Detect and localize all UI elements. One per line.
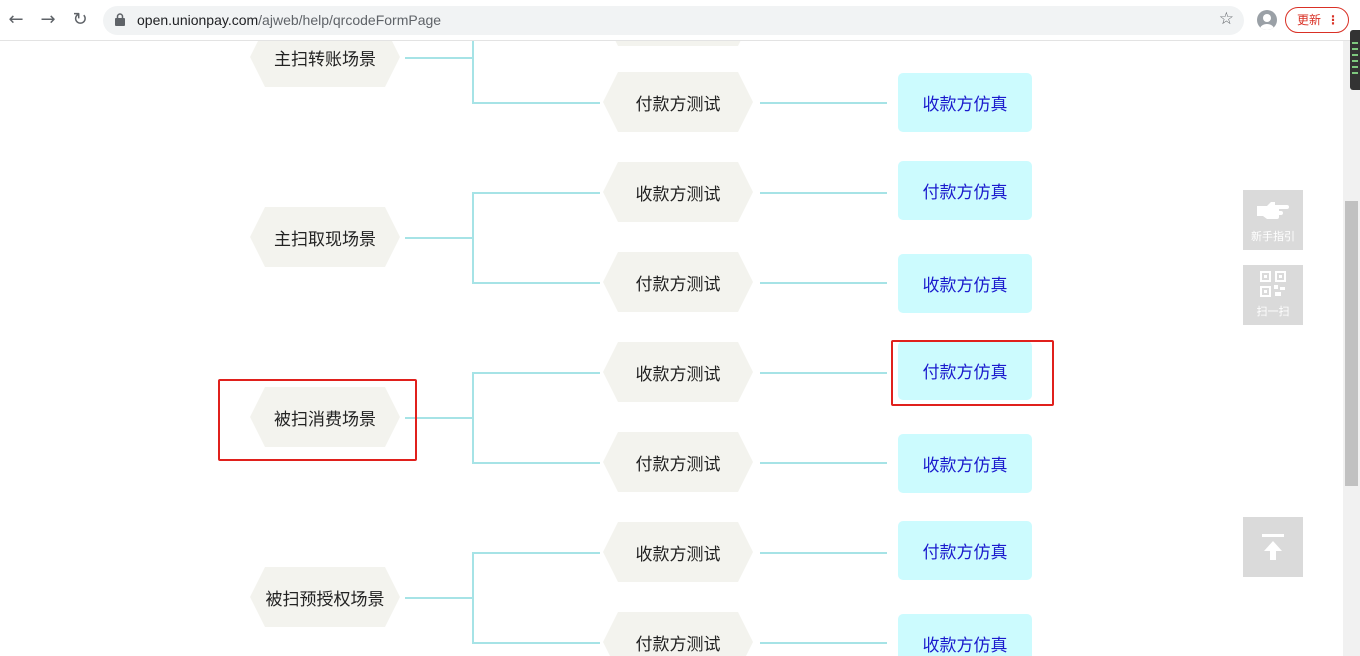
vertical-scrollbar[interactable] (1343, 41, 1360, 656)
connector-line (760, 102, 887, 104)
scrollbar-thumb[interactable] (1345, 201, 1358, 486)
extension-indicator (1350, 30, 1360, 90)
connector-line (760, 282, 887, 284)
test-node[interactable]: 收款方测试 (603, 342, 753, 402)
reload-icon[interactable]: ↻ (68, 8, 92, 32)
pointing-hand-icon (1257, 202, 1289, 219)
connector-line (472, 552, 474, 642)
connector-line (472, 372, 600, 374)
bookmark-star-icon[interactable]: ☆ (1219, 9, 1234, 29)
connector-line (472, 192, 474, 282)
sim-button[interactable]: 收款方仿真 (898, 254, 1032, 313)
lock-icon (115, 13, 125, 26)
profile-avatar-icon[interactable] (1257, 10, 1277, 30)
forward-arrow-icon[interactable]: → (36, 8, 60, 32)
connector-line (472, 282, 600, 284)
scene-node[interactable]: 主扫取现场景 (250, 207, 400, 267)
guide-label: 新手指引 (1251, 230, 1295, 243)
connector-line (405, 237, 473, 239)
connector-line (760, 462, 887, 464)
connector-line (760, 192, 887, 194)
scan-button[interactable]: 扫一扫 (1243, 265, 1303, 325)
connector-line (472, 642, 600, 644)
highlight-box-scene (218, 379, 417, 461)
test-node[interactable]: 付款方测试 (603, 252, 753, 312)
connector-line (472, 462, 600, 464)
test-node[interactable]: 付款方测试 (603, 72, 753, 132)
highlight-box-sim (891, 340, 1054, 406)
scan-label: 扫一扫 (1256, 305, 1290, 318)
connector-line (472, 192, 600, 194)
browser-toolbar: ← → ↻ open.unionpay.com/ajweb/help/qrcod… (0, 0, 1360, 41)
connector-line (405, 57, 473, 59)
connector-line (472, 41, 474, 102)
connector-line (760, 642, 887, 644)
scene-node[interactable]: 主扫转账场景 (250, 41, 400, 87)
back-arrow-icon[interactable]: ← (4, 8, 28, 32)
connector-line (760, 552, 887, 554)
sim-button[interactable]: 收款方仿真 (898, 73, 1032, 132)
test-node[interactable]: 付款方测试 (603, 612, 753, 656)
connector-line (472, 102, 600, 104)
connector-line (472, 372, 474, 462)
guide-button[interactable]: 新手指引 (1243, 190, 1303, 250)
test-node[interactable]: 收款方测试 (603, 162, 753, 222)
sim-button[interactable]: 付款方仿真 (898, 161, 1032, 220)
more-menu-icon[interactable]: ⋮ (1327, 8, 1339, 32)
test-node[interactable]: 收款方测试 (603, 522, 753, 582)
connector-line (760, 372, 887, 374)
test-node[interactable]: 付款方测试 (603, 432, 753, 492)
test-node-partial[interactable] (603, 41, 753, 46)
flow-diagram: 主扫转账场景 付款方测试 收款方仿真 主扫取现场景 收款方测试 付款方仿真 付款方测试 收款方… (0, 41, 1343, 656)
address-bar[interactable]: open.unionpay.com/ajweb/help/qrcodeFormP… (103, 6, 1244, 35)
back-to-top-button[interactable] (1243, 517, 1303, 577)
sim-button[interactable]: 收款方仿真 (898, 434, 1032, 493)
update-button[interactable]: 更新 ⋮ (1285, 7, 1349, 33)
connector-line (472, 552, 600, 554)
connector-line (405, 597, 473, 599)
sim-button[interactable]: 付款方仿真 (898, 521, 1032, 580)
sim-button[interactable]: 收款方仿真 (898, 614, 1032, 656)
scene-node[interactable]: 被扫预授权场景 (250, 567, 400, 627)
url-text: open.unionpay.com/ajweb/help/qrcodeFormP… (137, 12, 442, 28)
arrow-up-icon (1262, 534, 1284, 560)
qr-code-icon (1260, 271, 1286, 297)
